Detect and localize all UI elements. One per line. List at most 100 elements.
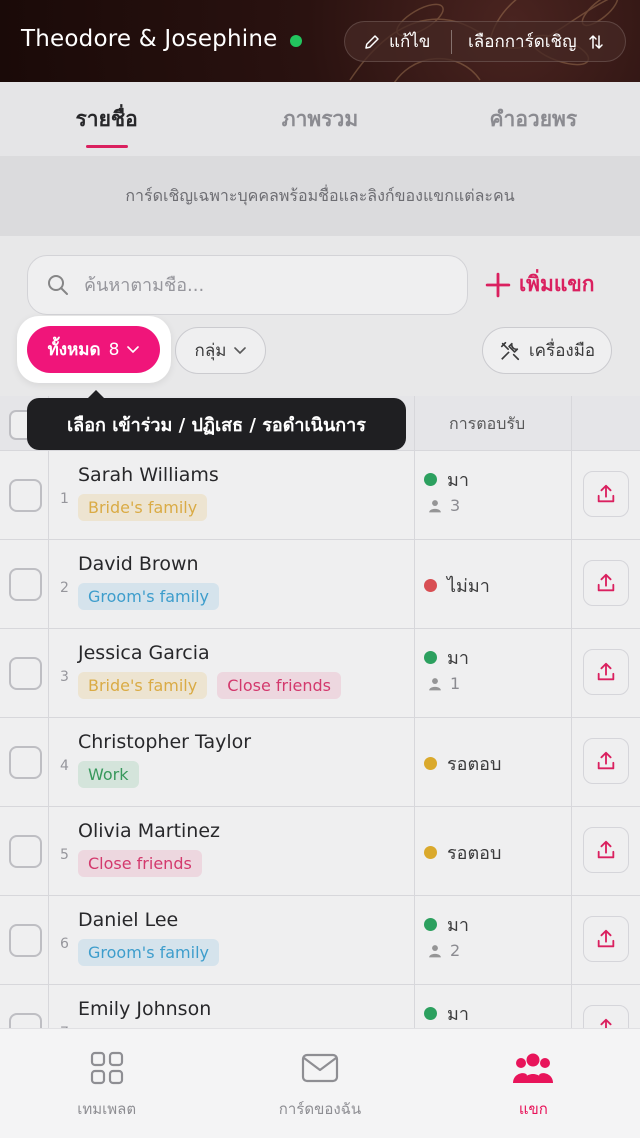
rsvp-column-header: การตอบรับ [449,414,526,433]
share-button[interactable] [583,916,629,962]
person-icon [429,944,441,957]
people-icon [513,1053,554,1083]
nav-label: เทมเพลต [77,1100,137,1118]
nav-my-cards[interactable]: การ์ดของฉัน [213,1029,426,1138]
share-icon [597,573,615,592]
row-number: 5 [60,847,69,863]
guest-name: Emily Johnson [78,998,212,1020]
rsvp-status: มา [424,643,469,672]
tab-overview[interactable]: ภาพรวม [213,82,426,156]
edit-button[interactable]: แก้ไข [345,22,451,61]
chevron-down-icon [127,345,140,353]
rsvp-status: มา [424,999,469,1028]
status-label: มา [447,648,469,669]
share-icon [597,929,615,948]
chevron-down-icon [234,346,247,354]
row-checkbox[interactable] [9,835,42,868]
swap-arrows-icon [588,34,603,49]
tools-button[interactable]: เครื่องมือ [482,327,612,374]
share-icon [597,751,615,770]
search-box[interactable] [27,255,468,315]
search-icon [48,275,68,295]
status-label: ไม่มา [447,576,490,597]
nav-label: แขก [518,1100,548,1118]
nav-guests[interactable]: แขก [427,1029,640,1138]
guest-count: 2 [428,941,460,960]
all-count: 8 [108,339,120,360]
grid-icon [90,1051,123,1085]
status-label: มา [447,1004,469,1025]
tag-bride-family: Bride's family [78,494,208,521]
search-input[interactable] [84,274,424,296]
tab-wishes[interactable]: คำอวยพร [427,82,640,156]
table-row[interactable]: 2 David Brown Groom's family ไม่มา [0,540,640,629]
guest-name: Sarah Williams [78,464,219,486]
status-dot [424,579,437,592]
status-dot [424,918,437,931]
row-checkbox[interactable] [9,657,42,690]
status-label: รอตอบ [447,754,502,775]
row-checkbox[interactable] [9,568,42,601]
share-button[interactable] [583,738,629,784]
row-checkbox[interactable] [9,746,42,779]
tab-bar: รายชื่อ ภาพรวม คำอวยพร [0,82,640,156]
status-dot [424,846,437,859]
header-actions: แก้ไข เลือกการ์ดเชิญ [344,21,626,62]
group-filter[interactable]: กลุ่ม [175,327,266,374]
guest-count: 3 [428,496,460,515]
tag-close-friends: Close friends [78,850,202,877]
status-label: มา [447,915,469,936]
table-row[interactable]: 5 Olivia Martinez Close friends รอตอบ [0,807,640,896]
guest-count: 1 [428,674,460,693]
row-checkbox[interactable] [9,1013,42,1028]
count-value: 3 [450,496,461,515]
status-dot [290,35,302,47]
nav-templates[interactable]: เทมเพลต [0,1029,213,1138]
share-button[interactable] [583,827,629,873]
tools-label: เครื่องมือ [528,341,596,361]
guest-name: David Brown [78,553,199,575]
guest-tags: Close friends [78,850,202,877]
tag-close-friends: Close friends [217,672,342,699]
guest-tags: Groom's family [78,583,219,610]
info-banner: การ์ดเชิญเฉพาะบุคคลพร้อมชื่อและลิงก์ของแ… [0,156,640,236]
row-number: 2 [60,580,69,596]
table-row[interactable]: 1 Sarah Williams Bride's family มา 3 [0,451,640,540]
main-content: รายชื่อ ภาพรวม คำอวยพร การ์ดเชิญเฉพาะบุค… [0,82,640,1028]
tab-list[interactable]: รายชื่อ [0,82,213,156]
group-label: กลุ่ม [194,341,227,361]
share-button[interactable] [583,471,629,517]
count-value: 1 [450,674,461,693]
table-row[interactable]: 7 Emily Johnson มา [0,985,640,1028]
guest-table: การตอบรับ 1 Sarah Williams Bride's famil… [0,396,640,1028]
all-filter-chip[interactable]: ทั้งหมด 8 [27,326,160,373]
status-dot [424,1007,437,1020]
status-dot [424,651,437,664]
share-button[interactable] [583,560,629,606]
plus-icon [485,272,511,297]
status-dot [424,757,437,770]
guest-tags: Bride's family [78,494,208,521]
row-number: 3 [60,669,69,685]
row-checkbox[interactable] [9,479,42,512]
share-button[interactable] [583,649,629,695]
add-guest-button[interactable]: เพิ่มแขก [485,268,594,301]
table-row[interactable]: 3 Jessica Garcia Bride's family Close fr… [0,629,640,718]
share-icon [597,840,615,859]
rsvp-status: รอตอบ [424,749,501,778]
tag-groom-family: Groom's family [78,939,219,966]
row-checkbox[interactable] [9,924,42,957]
table-row[interactable]: 4 Christopher Taylor Work รอตอบ [0,718,640,807]
guest-name: Daniel Lee [78,909,179,931]
app-header: Theodore & Josephine แก้ไข เลือกการ์ดเชิ… [0,0,640,82]
guest-tags: Groom's family [78,939,219,966]
status-dot [424,473,437,486]
guest-name: Jessica Garcia [78,642,210,664]
share-icon [600,1018,612,1028]
envelope-icon [301,1053,339,1083]
share-button[interactable] [583,1005,629,1028]
edit-label: แก้ไข [389,32,431,52]
table-row[interactable]: 6 Daniel Lee Groom's family มา 2 [0,896,640,985]
add-guest-label: เพิ่มแขก [519,272,595,296]
select-card-button[interactable]: เลือกการ์ดเชิญ [452,22,605,61]
